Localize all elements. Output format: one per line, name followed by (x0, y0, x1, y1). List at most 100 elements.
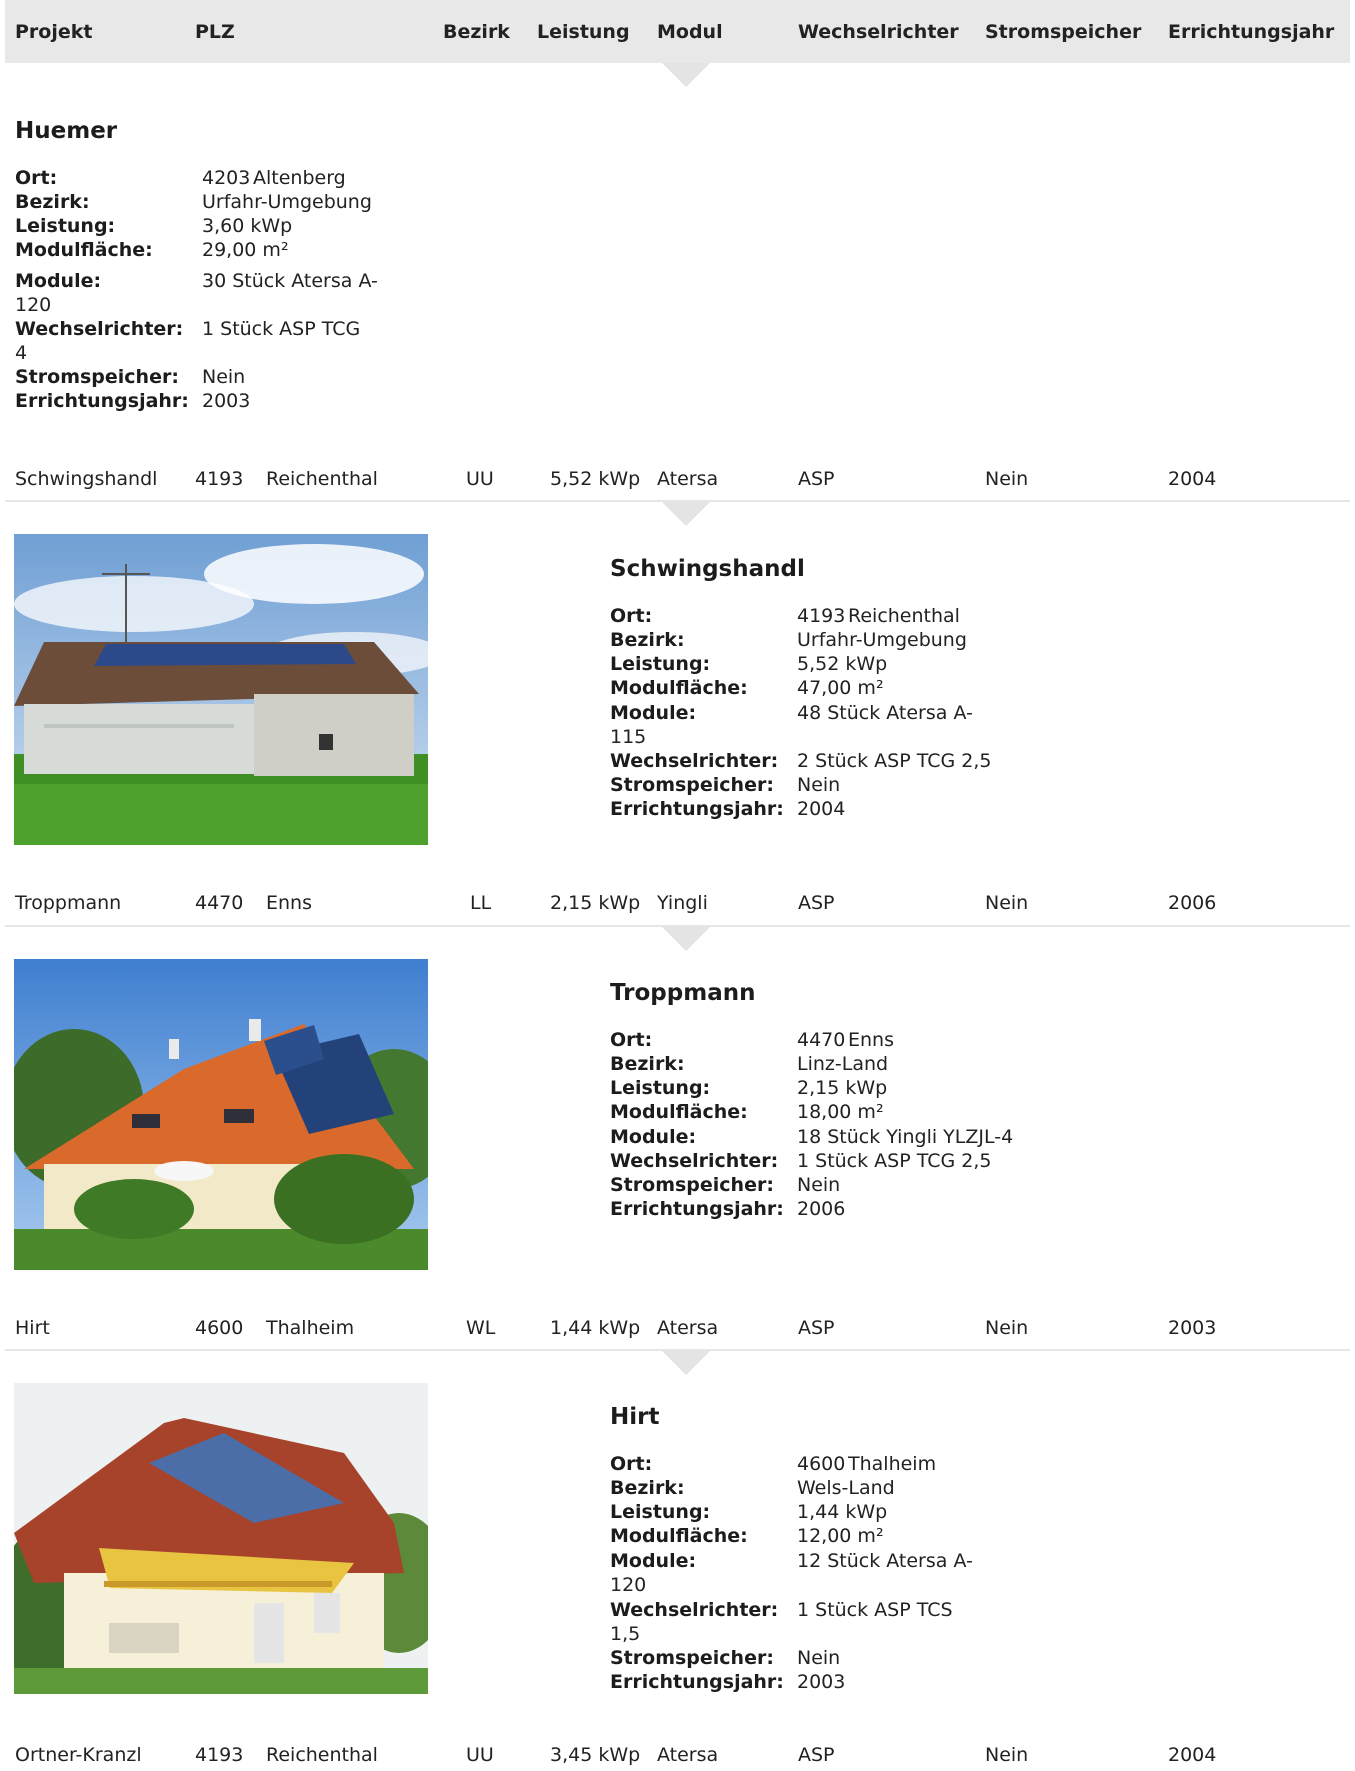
label-module: Module: (610, 1550, 697, 1572)
label-leistung: Leistung: (15, 215, 116, 237)
expand-pointer (662, 63, 710, 87)
cell-plz: 4193 (195, 468, 244, 490)
value-errichtungsjahr: 2006 (797, 1198, 846, 1220)
label-errichtungsjahr: Errichtungsjahr: (610, 1671, 784, 1693)
cell-projekt: Schwingshandl (15, 468, 158, 490)
value-leistung: 1,44 kWp (797, 1501, 888, 1523)
label-ort: Ort: (610, 605, 653, 627)
cell-ort: Reichenthal (266, 1744, 378, 1766)
value-modulflaeche: 18,00 m² (797, 1101, 884, 1123)
cell-plz: 4600 (195, 1317, 244, 1339)
column-header-wechselrichter[interactable]: Wechselrichter (798, 21, 959, 43)
label-module: Module: (15, 270, 102, 292)
value-wechselrichter: 2 Stück ASP TCG 2,5 (797, 750, 992, 772)
detail-title: Schwingshandl (610, 556, 805, 582)
project-photo (14, 959, 428, 1270)
value-ort: Reichenthal (848, 605, 960, 627)
cell-ort: Thalheim (266, 1317, 355, 1339)
label-modulflaeche: Modulfläche: (15, 239, 153, 261)
label-module: Module: (610, 1126, 697, 1148)
value-modulflaeche: 29,00 m² (202, 239, 289, 261)
cell-bezirk: WL (466, 1317, 496, 1339)
value-ort: Altenberg (253, 167, 346, 189)
value-module: 18 Stück Yingli YLZJL-4 (797, 1126, 1014, 1148)
label-stromspeicher: Stromspeicher: (610, 1174, 774, 1196)
project-photo (14, 1383, 428, 1694)
value-module-cont: 115 (610, 726, 647, 748)
expand-pointer (662, 1351, 710, 1375)
value-wechselrichter: 1 Stück ASP TCS (797, 1599, 953, 1621)
column-header-bezirk[interactable]: Bezirk (443, 21, 510, 43)
column-header-stromspeicher[interactable]: Stromspeicher (985, 21, 1141, 43)
value-bezirk: Urfahr-Umgebung (797, 629, 967, 651)
value-stromspeicher: Nein (202, 366, 246, 388)
label-modulflaeche: Modulfläche: (610, 677, 748, 699)
value-stromspeicher: Nein (797, 1647, 841, 1669)
cell-ort: Enns (266, 892, 312, 914)
cell-leistung: 2,15 kWp (550, 892, 641, 914)
detail-title: Hirt (610, 1404, 660, 1430)
label-bezirk: Bezirk: (610, 1053, 685, 1075)
cell-stromspeicher: Nein (985, 1317, 1029, 1339)
label-stromspeicher: Stromspeicher: (610, 774, 774, 796)
value-plz: 4600 (797, 1453, 846, 1475)
value-stromspeicher: Nein (797, 774, 841, 796)
value-errichtungsjahr: 2003 (797, 1671, 846, 1693)
cell-leistung: 3,45 kWp (550, 1744, 641, 1766)
value-ort: Thalheim (848, 1453, 937, 1475)
value-errichtungsjahr: 2004 (797, 798, 846, 820)
cell-stromspeicher: Nein (985, 892, 1029, 914)
detail-title: Huemer (15, 118, 118, 144)
label-errichtungsjahr: Errichtungsjahr: (610, 1198, 784, 1220)
column-header-leistung[interactable]: Leistung (537, 21, 630, 43)
label-ort: Ort: (610, 1453, 653, 1475)
value-errichtungsjahr: 2003 (202, 390, 251, 412)
value-leistung: 3,60 kWp (202, 215, 293, 237)
column-header-plz[interactable]: PLZ (195, 21, 235, 43)
value-plz: 4203 (202, 167, 251, 189)
label-bezirk: Bezirk: (15, 191, 90, 213)
cell-errichtungsjahr: 2004 (1168, 1744, 1217, 1766)
cell-projekt: Ortner-Kranzl (15, 1744, 142, 1766)
label-leistung: Leistung: (610, 1077, 711, 1099)
value-plz: 4193 (797, 605, 846, 627)
cell-leistung: 5,52 kWp (550, 468, 641, 490)
label-wechselrichter: Wechselrichter: (15, 318, 184, 340)
label-wechselrichter: Wechselrichter: (610, 750, 779, 772)
cell-leistung: 1,44 kWp (550, 1317, 641, 1339)
expand-pointer (662, 927, 710, 951)
label-modulflaeche: Modulfläche: (610, 1525, 748, 1547)
detail-title: Troppmann (610, 980, 756, 1006)
label-stromspeicher: Stromspeicher: (15, 366, 179, 388)
cell-projekt: Hirt (15, 1317, 50, 1339)
cell-modul: Atersa (657, 468, 719, 490)
label-wechselrichter: Wechselrichter: (610, 1599, 779, 1621)
label-wechselrichter: Wechselrichter: (610, 1150, 779, 1172)
label-modulflaeche: Modulfläche: (610, 1101, 748, 1123)
column-header-modul[interactable]: Modul (657, 21, 723, 43)
label-ort: Ort: (15, 167, 58, 189)
cell-wechselrichter: ASP (798, 1744, 835, 1766)
cell-errichtungsjahr: 2004 (1168, 468, 1217, 490)
value-plz: 4470 (797, 1029, 846, 1051)
value-leistung: 5,52 kWp (797, 653, 888, 675)
cell-stromspeicher: Nein (985, 1744, 1029, 1766)
column-header-projekt[interactable]: Projekt (15, 21, 92, 43)
value-bezirk: Linz-Land (797, 1053, 889, 1075)
column-header-errichtungsjahr[interactable]: Errichtungsjahr (1168, 21, 1334, 43)
label-bezirk: Bezirk: (610, 1477, 685, 1499)
cell-bezirk: UU (466, 1744, 494, 1766)
label-bezirk: Bezirk: (610, 629, 685, 651)
cell-errichtungsjahr: 2006 (1168, 892, 1217, 914)
cell-bezirk: UU (466, 468, 494, 490)
value-bezirk: Wels-Land (797, 1477, 895, 1499)
value-modulflaeche: 12,00 m² (797, 1525, 884, 1547)
value-module-cont: 120 (610, 1574, 647, 1596)
label-leistung: Leistung: (610, 653, 711, 675)
label-errichtungsjahr: Errichtungsjahr: (610, 798, 784, 820)
value-module: 12 Stück Atersa A- (797, 1550, 973, 1572)
value-modulflaeche: 47,00 m² (797, 677, 884, 699)
cell-projekt: Troppmann (15, 892, 122, 914)
cell-modul: Yingli (657, 892, 708, 914)
value-bezirk: Urfahr-Umgebung (202, 191, 372, 213)
